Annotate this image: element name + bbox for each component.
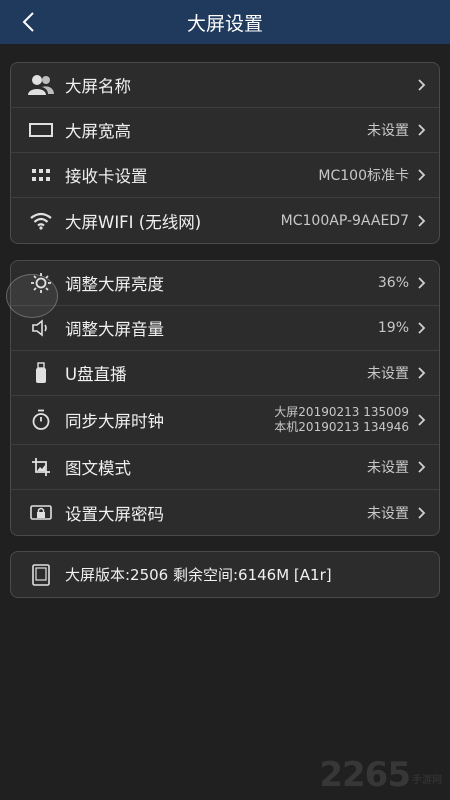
watermark-number: 2265 xyxy=(319,755,411,795)
version-label: 大屏版本:2506 剩余空间:6146M [A1r] xyxy=(65,566,332,584)
chevron-right-icon xyxy=(417,366,427,380)
row-screen-password[interactable]: 设置大屏密码 未设置 xyxy=(11,490,439,535)
volume-icon xyxy=(27,314,55,342)
chevron-right-icon xyxy=(417,276,427,290)
chevron-right-icon xyxy=(417,214,427,228)
chevron-right-icon xyxy=(417,78,427,92)
book-icon xyxy=(27,561,55,589)
crop-icon xyxy=(27,453,55,481)
chevron-right-icon xyxy=(417,506,427,520)
users-icon xyxy=(27,71,55,99)
row-label: 图文模式 xyxy=(65,459,131,478)
screen-control-group: 调整大屏亮度 36% 调整大屏音量 19% U盘直播 未设置 同步大屏时钟 大屏… xyxy=(10,260,440,536)
row-image-text-mode[interactable]: 图文模式 未设置 xyxy=(11,445,439,490)
grid-dots-icon xyxy=(27,161,55,189)
chevron-right-icon xyxy=(417,413,427,427)
row-value: MC100AP-9AAED7 xyxy=(280,212,409,229)
clock-values: 大屏20190213 135009 本机20190213 134946 xyxy=(274,405,409,435)
chevron-left-icon xyxy=(22,12,34,32)
chevron-right-icon xyxy=(417,321,427,335)
lock-screen-icon xyxy=(27,499,55,527)
row-value: 19% xyxy=(377,320,409,336)
watermark-text: 手游网 xyxy=(412,775,442,786)
row-screen-name[interactable]: 大屏名称 xyxy=(11,63,439,108)
chevron-right-icon xyxy=(417,168,427,182)
row-screen-size[interactable]: 大屏宽高 未设置 xyxy=(11,108,439,153)
page-title: 大屏设置 xyxy=(186,12,263,35)
chevron-right-icon xyxy=(417,123,427,137)
back-button[interactable] xyxy=(14,8,42,36)
chevron-right-icon xyxy=(417,460,427,474)
rectangle-icon xyxy=(27,116,55,144)
row-label: 调整大屏音量 xyxy=(65,320,164,339)
row-value: 未设置 xyxy=(367,460,409,476)
usb-icon xyxy=(27,359,55,387)
local-time-value: 本机20190213 134946 xyxy=(274,420,409,434)
row-label: 同步大屏时钟 xyxy=(65,412,164,431)
row-screen-wifi[interactable]: 大屏WIFI (无线网) MC100AP-9AAED7 xyxy=(11,198,439,243)
row-label: 大屏名称 xyxy=(65,77,131,96)
row-label: 接收卡设置 xyxy=(65,167,148,186)
screen-time-value: 大屏20190213 135009 xyxy=(274,405,409,419)
row-volume[interactable]: 调整大屏音量 19% xyxy=(11,306,439,351)
row-value: 未设置 xyxy=(367,366,409,382)
watermark-logo: 2265 手游网 xyxy=(319,758,442,792)
row-value: 36% xyxy=(377,275,409,291)
row-label: 大屏WIFI (无线网) xyxy=(65,212,202,232)
stopwatch-icon xyxy=(27,406,55,434)
row-label: U盘直播 xyxy=(65,365,127,384)
screen-info-group: 大屏名称 大屏宽高 未设置 接收卡设置 MC100标准卡 大屏WIFI (无线网… xyxy=(10,62,440,244)
row-label: 设置大屏密码 xyxy=(65,504,164,524)
row-value: 未设置 xyxy=(367,505,409,522)
row-version-info: 大屏版本:2506 剩余空间:6146M [A1r] xyxy=(11,552,439,597)
row-value: 未设置 xyxy=(367,123,409,139)
row-usb-live[interactable]: U盘直播 未设置 xyxy=(11,351,439,396)
row-brightness[interactable]: 调整大屏亮度 36% xyxy=(11,261,439,306)
row-label: 调整大屏亮度 xyxy=(65,275,164,294)
top-bar: 大屏设置 xyxy=(0,0,450,44)
touch-indicator xyxy=(6,274,58,318)
row-label: 大屏宽高 xyxy=(65,122,131,141)
version-info-group: 大屏版本:2506 剩余空间:6146M [A1r] xyxy=(10,551,440,598)
row-sync-clock[interactable]: 同步大屏时钟 大屏20190213 135009 本机20190213 1349… xyxy=(11,396,439,445)
row-value: MC100标准卡 xyxy=(318,168,409,184)
row-receiver-card[interactable]: 接收卡设置 MC100标准卡 xyxy=(11,153,439,198)
wifi-icon xyxy=(27,207,55,235)
